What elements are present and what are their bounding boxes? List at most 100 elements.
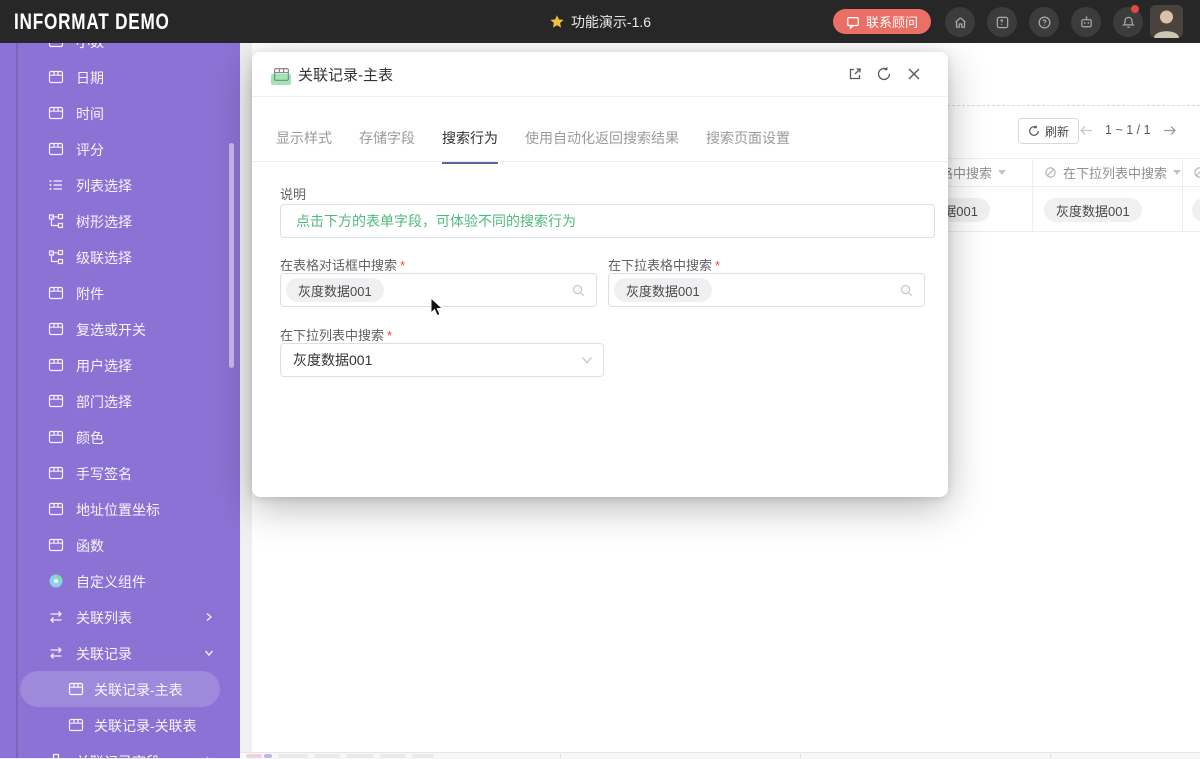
related-record-modal: 关联记录-主表 显示样式 存储字段 搜索行为 使用自动化返回搜索结果 搜索页面设…: [252, 52, 948, 497]
sidebar-item-label: 列表选择: [76, 178, 132, 194]
disc-icon: [49, 574, 63, 588]
field-label-text: 在表格对话框中搜索: [280, 258, 398, 273]
sidebar-item-color[interactable]: 颜色: [0, 419, 240, 455]
swap-icon: [50, 611, 62, 623]
sidebar-item-function[interactable]: 函数: [0, 527, 240, 563]
sidebar-item-user-select[interactable]: 用户选择: [0, 347, 240, 383]
refresh-button[interactable]: 刷新: [1018, 118, 1080, 144]
table-header-col1[interactable]: 格中搜索: [940, 158, 1007, 186]
table-header-col2[interactable]: 在下拉列表中搜索: [1044, 158, 1182, 186]
filter-caret-icon: [1173, 169, 1182, 175]
sidebar-item-label: 日期: [76, 70, 104, 86]
tab-automation-results[interactable]: 使用自动化返回搜索结果: [525, 128, 679, 164]
tab-search-behavior[interactable]: 搜索行为: [442, 128, 498, 164]
table-icon: [48, 394, 64, 408]
close-icon[interactable]: [906, 66, 922, 82]
sidebar-item-rating[interactable]: 评分: [0, 131, 240, 167]
sidebar-item-related-record-linked[interactable]: 关联记录-关联表: [0, 707, 240, 743]
tab-search-page-settings[interactable]: 搜索页面设置: [706, 128, 790, 164]
table-icon: [273, 68, 290, 81]
avatar[interactable]: [1150, 5, 1183, 38]
help-button[interactable]: [1029, 7, 1059, 37]
required-mark: *: [400, 258, 406, 273]
notifications-button[interactable]: [1113, 7, 1143, 37]
row-fragment: [800, 754, 801, 758]
home-icon: [954, 16, 966, 28]
open-in-new-icon[interactable]: [847, 66, 863, 82]
next-page-icon[interactable]: [1163, 125, 1176, 136]
chip-label: 据001: [943, 203, 978, 219]
feedback-icon: [996, 16, 1008, 28]
sidebar-item-custom-component[interactable]: 自定义组件: [0, 563, 240, 599]
sidebar: 小数 日期 时间 评分 列表选择 树形选择 级联选择 附件: [0, 43, 240, 758]
sidebar-item-time[interactable]: 时间: [0, 95, 240, 131]
sidebar-item-department-select[interactable]: 部门选择: [0, 383, 240, 419]
sidebar-item-related-list[interactable]: 关联列表: [0, 599, 240, 635]
sidebar-item-checkbox-switch[interactable]: 复选或开关: [0, 311, 240, 347]
sidebar-item-signature[interactable]: 手写签名: [0, 455, 240, 491]
value-chip[interactable]: 灰度数据001: [286, 278, 384, 302]
assistant-button[interactable]: [1071, 7, 1101, 37]
row-fragment: [560, 754, 561, 758]
table-icon: [48, 466, 64, 480]
sidebar-item-list-select[interactable]: 列表选择: [0, 167, 240, 203]
app-title: 功能演示-1.6: [570, 13, 652, 30]
feedback-button[interactable]: [987, 7, 1017, 37]
pagination: 1 ~ 1 / 1: [1080, 118, 1176, 142]
modal-header: 关联记录-主表: [252, 52, 948, 97]
modal-title-icon-wrap: [271, 66, 291, 85]
dropdown-list-search-select[interactable]: 灰度数据001: [280, 343, 604, 377]
sidebar-item-related-record[interactable]: 关联记录: [0, 635, 240, 671]
sidebar-item-attachment[interactable]: 附件: [0, 275, 240, 311]
modal-tabs: 显示样式 存储字段 搜索行为 使用自动化返回搜索结果 搜索页面设置: [276, 128, 817, 164]
sidebar-item-label: 部门选择: [76, 394, 132, 410]
table-icon: [48, 502, 64, 516]
field-label-dialog-search: 在表格对话框中搜索 *: [280, 255, 405, 274]
refresh-icon[interactable]: [876, 66, 892, 82]
sidebar-item-cascade-select[interactable]: 级联选择: [0, 239, 240, 275]
table-icon: [48, 286, 64, 300]
table-cell-chip-partial: [1192, 198, 1200, 222]
prev-page-icon[interactable]: [1080, 125, 1093, 136]
sidebar-item-date[interactable]: 日期: [0, 59, 240, 95]
field-label-text: 在下拉列表中搜索: [280, 328, 385, 343]
sidebar-menu: 小数 日期 时间 评分 列表选择 树形选择 级联选择 附件: [0, 43, 240, 758]
sidebar-item-related-record-fields[interactable]: 关联记录字段: [0, 743, 240, 758]
tab-display-style[interactable]: 显示样式: [276, 128, 332, 164]
top-bar: INFORMAT DEMO 功能演示-1.6 联系顾问: [0, 0, 1200, 43]
table-icon: [48, 142, 64, 156]
notification-dot: [1131, 5, 1139, 13]
filter-caret-icon: [998, 169, 1007, 175]
description-box: 点击下方的表单字段，可体验不同的搜索行为: [280, 204, 935, 238]
sidebar-item-decimal[interactable]: 小数: [0, 43, 240, 59]
contact-advisor-label: 联系顾问: [865, 15, 918, 30]
table-icon: [48, 430, 64, 444]
table-icon: [48, 106, 64, 120]
contact-advisor-button[interactable]: 联系顾问: [832, 9, 931, 34]
app-title-wrap: 功能演示-1.6: [0, 0, 1200, 43]
home-button[interactable]: [945, 7, 975, 37]
sidebar-item-tree-select[interactable]: 树形选择: [0, 203, 240, 239]
bell-icon: [1121, 16, 1135, 28]
sidebar-item-label: 复选或开关: [76, 322, 146, 338]
value-chip-label: 灰度数据001: [298, 283, 372, 299]
sidebar-scrollbar[interactable]: [229, 143, 234, 368]
refresh-icon: [1029, 125, 1039, 136]
field-label-dropdown-table-search: 在下拉表格中搜索 *: [608, 255, 720, 274]
robot-icon: [1080, 15, 1092, 27]
modal-title: 关联记录-主表: [298, 67, 393, 84]
value-chip[interactable]: 灰度数据001: [614, 278, 712, 302]
sidebar-item-label: 地址位置坐标: [76, 502, 160, 518]
description-text: 点击下方的表单字段，可体验不同的搜索行为: [296, 213, 576, 229]
sidebar-item-related-record-main[interactable]: 关联记录-主表: [0, 671, 240, 707]
sidebar-item-label: 关联记录: [76, 646, 132, 662]
required-mark: *: [387, 328, 393, 343]
required-mark: *: [715, 258, 721, 273]
sidebar-item-label: 树形选择: [76, 214, 132, 230]
link-icon: [1194, 166, 1200, 178]
sidebar-item-label: 关联记录-主表: [94, 682, 183, 698]
dropdown-table-search-input[interactable]: 灰度数据001: [608, 273, 925, 307]
tab-storage-field[interactable]: 存储字段: [359, 128, 415, 164]
sidebar-item-label: 小数: [76, 43, 104, 52]
sidebar-item-address-coords[interactable]: 地址位置坐标: [0, 491, 240, 527]
